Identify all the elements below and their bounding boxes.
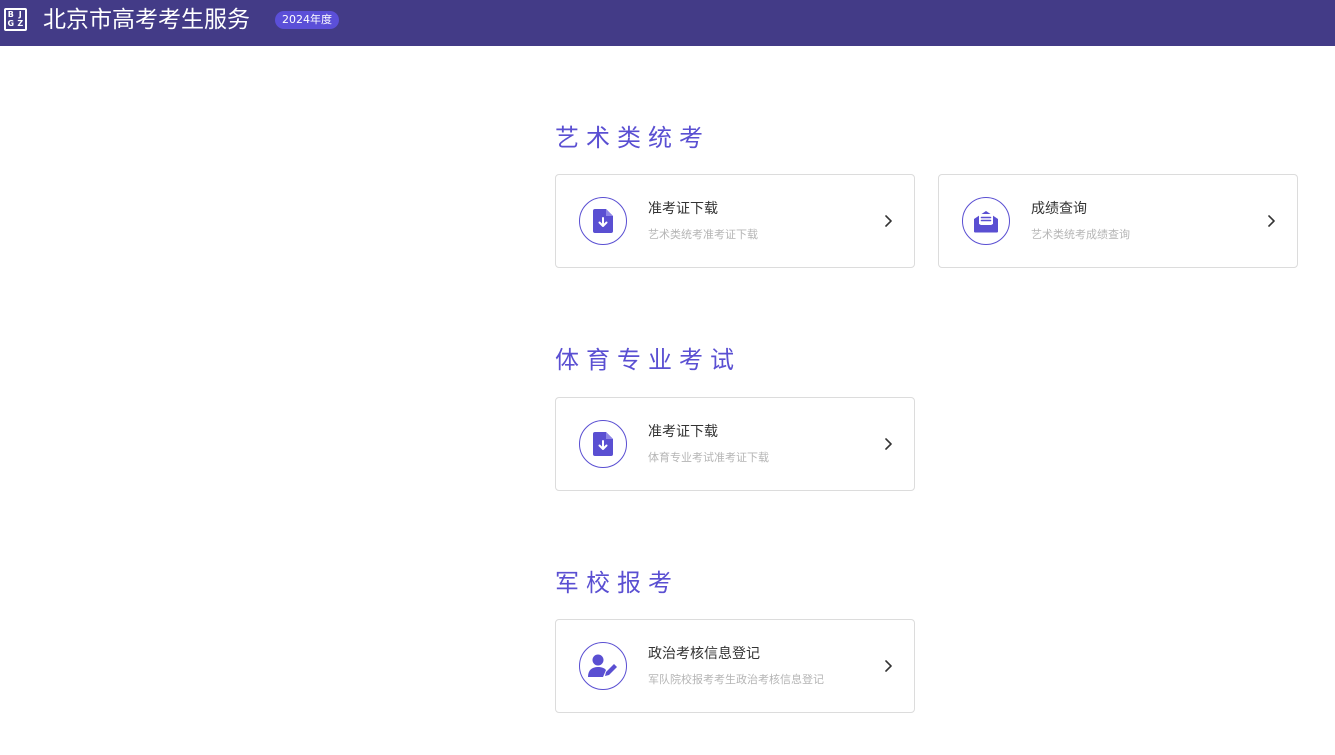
chevron-right-icon [885, 215, 892, 227]
card-art-admission-ticket-download[interactable]: 准考证下载 艺术类统考准考证下载 [555, 174, 915, 268]
top-header-bar: B J G Z 北京市高考考生服务 2024年度 [0, 0, 1335, 46]
logo-letter: G [7, 19, 15, 29]
logo-letter: Z [17, 19, 24, 29]
card-art-score-query[interactable]: 成绩查询 艺术类统考成绩查询 [938, 174, 1298, 268]
envelope-open-icon [974, 211, 998, 233]
app-title: 北京市高考考生服务 [43, 7, 250, 33]
icon-circle [579, 197, 627, 245]
chevron-right-icon [885, 660, 892, 672]
file-download-icon [593, 432, 613, 456]
card-title: 成绩查询 [1031, 201, 1087, 217]
card-subtitle: 艺术类统考准考证下载 [648, 228, 758, 241]
file-download-icon [593, 209, 613, 233]
logo-letter: J [18, 9, 22, 19]
icon-circle [579, 420, 627, 468]
icon-circle [579, 642, 627, 690]
bjgz-logo[interactable]: B J G Z [4, 8, 27, 31]
user-edit-icon [588, 654, 617, 677]
year-badge: 2024年度 [275, 11, 339, 29]
section-title-sports-exam: 体育专业考试 [555, 346, 741, 374]
section-title-military-academy: 军校报考 [555, 569, 679, 597]
section-title-art-exam: 艺术类统考 [555, 124, 710, 152]
card-subtitle: 军队院校报考考生政治考核信息登记 [648, 673, 824, 686]
card-title: 准考证下载 [648, 424, 718, 440]
card-subtitle: 艺术类统考成绩查询 [1031, 228, 1130, 241]
card-title: 准考证下载 [648, 201, 718, 217]
logo-letter: B [7, 9, 14, 19]
card-political-review-registration[interactable]: 政治考核信息登记 军队院校报考考生政治考核信息登记 [555, 619, 915, 713]
card-sports-admission-ticket-download[interactable]: 准考证下载 体育专业考试准考证下载 [555, 397, 915, 491]
card-title: 政治考核信息登记 [648, 646, 760, 662]
chevron-right-icon [885, 438, 892, 450]
icon-circle [962, 197, 1010, 245]
chevron-right-icon [1268, 215, 1275, 227]
card-subtitle: 体育专业考试准考证下载 [648, 451, 769, 464]
